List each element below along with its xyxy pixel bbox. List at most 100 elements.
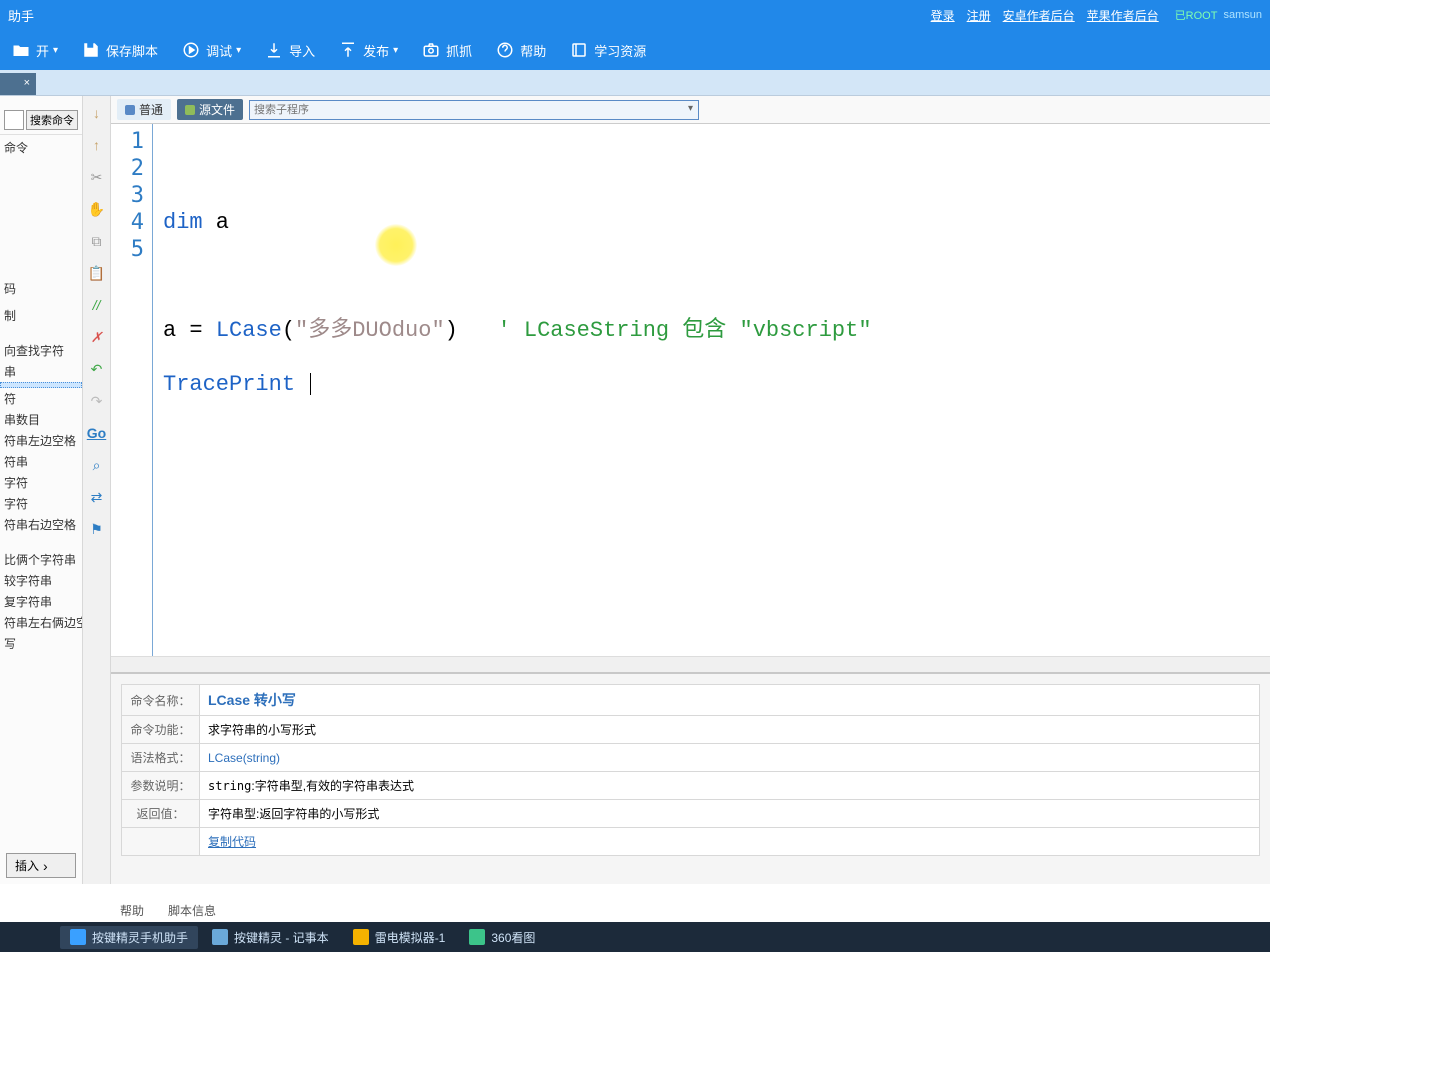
link-login[interactable]: 登录 — [931, 7, 955, 24]
square-icon — [185, 105, 195, 115]
uncomment-icon[interactable]: ✗ — [88, 328, 106, 346]
command-list[interactable]: 命令 码 制 向查找字符 串 符 串数目 符串左边空格 符串 字符 字符 符串右… — [0, 135, 82, 847]
taskbar-item[interactable]: 按键精灵 - 记事本 — [202, 926, 339, 949]
list-item[interactable]: 串数目 — [0, 409, 82, 430]
app-title: 助手 — [8, 6, 925, 25]
save-button[interactable]: 保存脚本 — [74, 37, 166, 64]
sub-search-wrap — [249, 100, 699, 120]
list-item[interactable]: 符串右边空格 — [0, 514, 82, 535]
command-category[interactable]: 命令 — [0, 137, 82, 158]
list-item[interactable]: 符串左右俩边空格 — [0, 612, 82, 633]
tab-help[interactable]: 帮助 — [112, 899, 152, 922]
list-item[interactable]: 串 — [0, 361, 82, 382]
paste-icon[interactable]: 📋 — [88, 264, 106, 282]
code-line: a = LCase("多多DUOduo") ' LCaseString 包含 "… — [163, 317, 1270, 344]
find-replace-icon[interactable]: ⇄ — [88, 488, 106, 506]
help-return-text: 字符串型:返回字符串的小写形式 — [200, 800, 1260, 828]
taskbar-item[interactable]: 雷电模拟器-1 — [343, 926, 456, 949]
resources-button[interactable]: 学习资源 — [562, 37, 654, 64]
command-search-button[interactable]: 搜索命令 — [26, 110, 78, 130]
main-split: 搜索命令 命令 码 制 向查找字符 串 符 串数目 符串左边空格 符串 字符 字… — [0, 96, 1270, 884]
list-item[interactable]: 写 — [0, 633, 82, 654]
tab-script-info[interactable]: 脚本信息 — [160, 899, 224, 922]
close-icon[interactable]: × — [24, 77, 30, 89]
book-icon — [570, 41, 588, 59]
list-item[interactable]: 码 — [0, 278, 82, 299]
line-gutter: 1 2 3 4 5 — [111, 124, 153, 656]
list-item[interactable]: 符 — [0, 388, 82, 409]
goto-icon[interactable]: Go — [88, 424, 106, 442]
taskbar-item[interactable]: 按键精灵手机助手 — [60, 926, 198, 949]
sub-search-input[interactable] — [249, 100, 699, 120]
document-tab[interactable]: × — [0, 73, 36, 95]
link-android-backend[interactable]: 安卓作者后台 — [1003, 7, 1075, 24]
notepad-icon — [212, 929, 228, 945]
list-item[interactable]: 较字符串 — [0, 570, 82, 591]
taskbar-item[interactable]: 360看图 — [459, 926, 545, 949]
text-caret — [310, 373, 311, 395]
command-search-row: 搜索命令 — [0, 106, 82, 135]
image-viewer-icon — [469, 929, 485, 945]
help-button[interactable]: 帮助 — [488, 37, 554, 64]
copy-icon[interactable]: ⧉ — [88, 232, 106, 250]
help-label-params: 参数说明： — [122, 772, 200, 800]
code-line — [163, 155, 1270, 182]
list-item[interactable]: 制 — [0, 305, 82, 326]
link-ios-backend[interactable]: 苹果作者后台 — [1087, 7, 1159, 24]
find-icon[interactable]: ⌕ — [88, 456, 106, 474]
list-item[interactable]: 符串左边空格 — [0, 430, 82, 451]
status-root: 已ROOT — [1175, 7, 1218, 23]
editor-area: 普通 源文件 1 2 3 4 5 dim a a = LCase("多多DUOd… — [111, 96, 1270, 884]
redo-icon[interactable]: ↷ — [88, 392, 106, 410]
help-label-return: 返回值： — [122, 800, 200, 828]
publish-icon — [339, 41, 357, 59]
help-label-func: 命令功能： — [122, 716, 200, 744]
view-normal-button[interactable]: 普通 — [117, 99, 171, 120]
arrow-down-icon[interactable]: ↓ — [88, 104, 106, 122]
folder-open-icon — [12, 41, 30, 59]
list-item[interactable]: 复字符串 — [0, 591, 82, 612]
help-panel: 命令名称：LCase 转小写 命令功能：求字符串的小写形式 语法格式：LCase… — [111, 672, 1270, 884]
document-tabbar: × — [0, 70, 1270, 96]
main-toolbar: 开▾ 保存脚本 调试▾ 导入 发布▾ 抓抓 帮助 学习资源 — [0, 30, 1270, 70]
list-item[interactable]: 向查找字符 — [0, 340, 82, 361]
list-item[interactable]: 字符 — [0, 472, 82, 493]
arrow-up-icon[interactable]: ↑ — [88, 136, 106, 154]
comment-icon[interactable]: // — [88, 296, 106, 314]
publish-button[interactable]: 发布▾ — [331, 37, 406, 64]
help-circle-icon — [496, 41, 514, 59]
hand-icon[interactable]: ✋ — [88, 200, 106, 218]
list-item[interactable]: 字符 — [0, 493, 82, 514]
undo-icon[interactable]: ↶ — [88, 360, 106, 378]
square-icon — [125, 105, 135, 115]
windows-taskbar: 按键精灵手机助手 按键精灵 - 记事本 雷电模拟器-1 360看图 — [0, 922, 1270, 952]
emulator-icon — [353, 929, 369, 945]
list-item[interactable]: 符串 — [0, 451, 82, 472]
monitor-icon — [70, 929, 86, 945]
bottom-tabs: 帮助 脚本信息 — [112, 899, 224, 922]
insert-button[interactable]: 插入 — [6, 853, 76, 878]
status-device: samsun — [1223, 9, 1262, 21]
copy-code-link[interactable]: 复制代码 — [208, 835, 256, 849]
link-register[interactable]: 注册 — [967, 7, 991, 24]
horizontal-scrollbar[interactable] — [111, 656, 1270, 672]
bookmark-icon[interactable]: ⚑ — [88, 520, 106, 538]
cut-icon[interactable]: ✂ — [88, 168, 106, 186]
code-line — [163, 263, 1270, 290]
help-label-syntax: 语法格式： — [122, 744, 200, 772]
debug-button[interactable]: 调试▾ — [174, 37, 249, 64]
command-search-input[interactable] — [4, 110, 24, 130]
view-source-button[interactable]: 源文件 — [177, 99, 243, 120]
open-button[interactable]: 开▾ — [4, 37, 66, 64]
command-pane: 搜索命令 命令 码 制 向查找字符 串 符 串数目 符串左边空格 符串 字符 字… — [0, 96, 83, 884]
help-func-text: 求字符串的小写形式 — [200, 716, 1260, 744]
capture-button[interactable]: 抓抓 — [414, 37, 480, 64]
import-button[interactable]: 导入 — [257, 37, 323, 64]
code-content[interactable]: dim a a = LCase("多多DUOduo") ' LCaseStrin… — [153, 124, 1270, 656]
code-editor[interactable]: 1 2 3 4 5 dim a a = LCase("多多DUOduo") ' … — [111, 124, 1270, 656]
list-item[interactable]: 比俩个字符串 — [0, 549, 82, 570]
help-params-text: string:字符串型,有效的字符串表达式 — [200, 772, 1260, 800]
help-command-name: LCase 转小写 — [208, 692, 296, 708]
save-icon — [82, 41, 100, 59]
app-titlebar: 助手 登录 注册 安卓作者后台 苹果作者后台 已ROOT samsun — [0, 0, 1270, 30]
